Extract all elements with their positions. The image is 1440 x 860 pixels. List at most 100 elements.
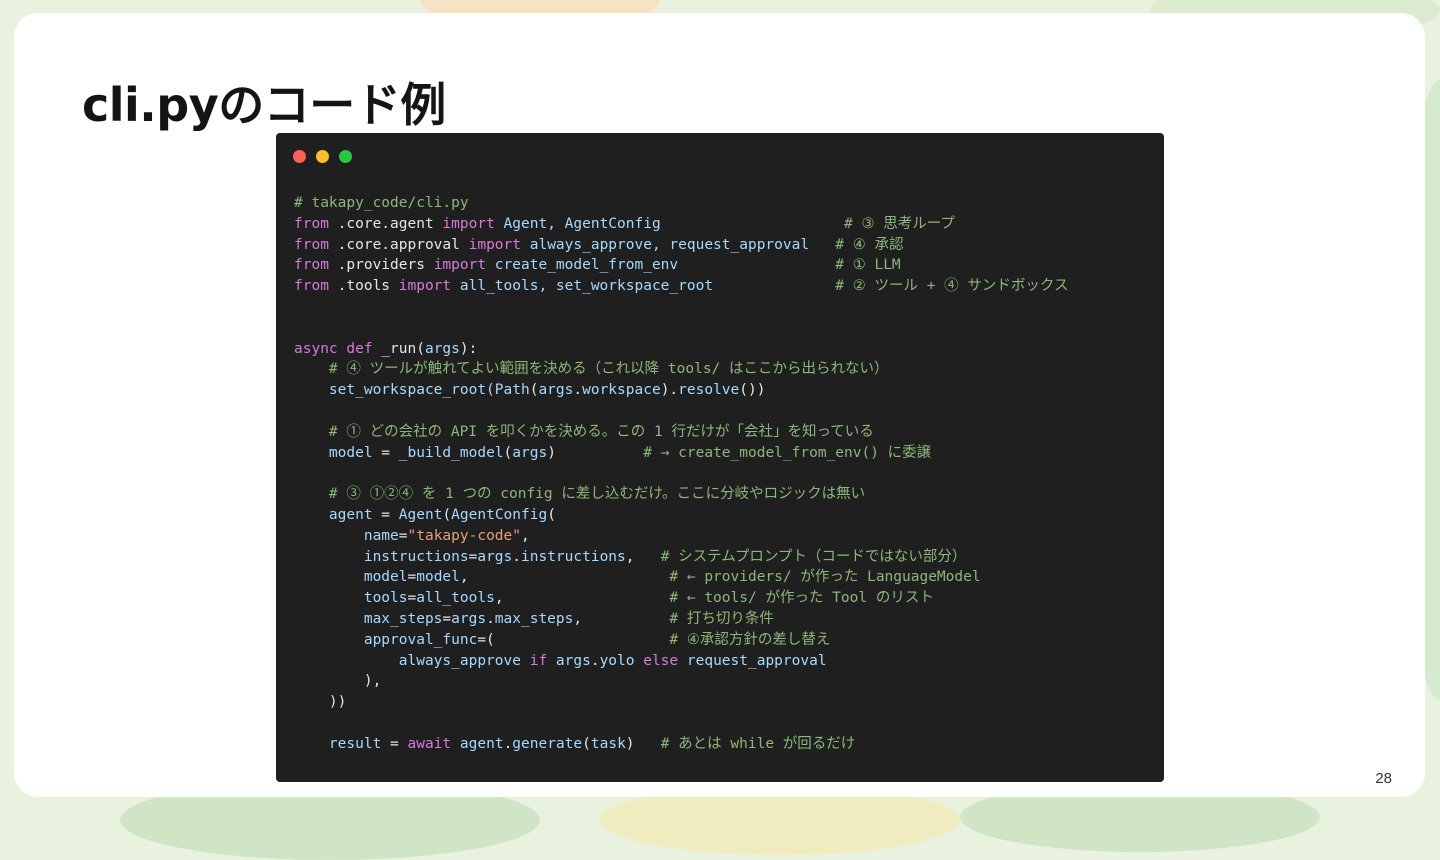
code-line: # takapy_code/cli.py <box>294 193 1068 214</box>
code-text: .providers <box>328 257 434 274</box>
maximize-window-dot-icon <box>339 150 352 163</box>
code-identifier: max_steps <box>494 610 574 627</box>
code-text: = <box>372 444 399 461</box>
code-text: ), <box>294 673 382 690</box>
code-identifier: tools <box>294 590 408 607</box>
code-keyword: import <box>468 236 521 253</box>
code-identifier: args <box>451 610 487 627</box>
code-identifier: model <box>294 444 373 461</box>
close-window-dot-icon <box>293 150 306 163</box>
code-line: # ① どの会社の API を叩くかを決める。この 1 行だけが「会社」を知って… <box>294 422 1068 443</box>
code-comment: # あとは while が回るだけ <box>634 735 856 752</box>
code-keyword: else <box>634 652 687 669</box>
code-text: ()) <box>739 382 766 399</box>
code-text: , <box>521 527 530 544</box>
code-keyword: async def <box>294 340 373 357</box>
slide-title: cli.pyのコード例 <box>82 78 446 132</box>
code-text: . <box>486 610 495 627</box>
code-text: . <box>503 735 513 752</box>
code-text: , <box>459 569 469 586</box>
code-comment: # ④ ツールが触れてよい範囲を決める（これ以降 tools/ はここから出られ… <box>294 361 889 378</box>
code-keyword: import <box>398 278 452 295</box>
code-identifier: model <box>294 569 408 586</box>
code-identifier: always_approve, request_approval <box>521 236 810 253</box>
code-identifier: task <box>590 735 626 752</box>
code-comment: # ← providers/ が作った LanguageModel <box>468 569 981 586</box>
code-line: ), <box>294 671 1068 692</box>
code-identifier: args <box>538 382 574 399</box>
code-text: .tools <box>328 278 399 295</box>
code-text: ) <box>625 735 635 752</box>
code-line: from .core.agent import Agent, AgentConf… <box>294 214 1068 235</box>
code-line: name="takapy-code", <box>294 526 1068 547</box>
code-text: , <box>573 610 583 627</box>
code-comment: # ① どの会社の API を叩くかを決める。この 1 行だけが「会社」を知って… <box>294 423 874 440</box>
code-text: ). <box>660 382 679 399</box>
code-line: # ④ ツールが触れてよい範囲を決める（これ以降 tools/ はここから出られ… <box>294 359 1068 380</box>
code-text: = <box>372 506 399 523</box>
code-comment: # takapy_code/cli.py <box>294 195 469 211</box>
code-comment: # ④承認方針の差し替え <box>494 631 831 648</box>
code-comment: # システムプロンプト（コードではない部分） <box>634 548 967 565</box>
code-line: # ③ ①②④ を 1 つの config に差し込むだけ。ここに分岐やロジック… <box>294 484 1068 505</box>
code-identifier: instructions <box>521 548 626 565</box>
code-keyword: await <box>407 735 452 752</box>
code-text: ): <box>459 340 478 357</box>
code-comment: # ③ 思考ループ <box>660 215 955 232</box>
code-comment: # 打ち切り条件 <box>582 610 774 627</box>
code-identifier: args <box>424 340 460 357</box>
code-identifier: name <box>294 527 399 544</box>
code-line: from .tools import all_tools, set_worksp… <box>294 276 1068 297</box>
code-identifier: set_workspace_root( <box>294 382 495 399</box>
code-keyword: from <box>294 278 329 295</box>
code-line: async def _run(args): <box>294 339 1068 360</box>
code-identifier: agent <box>451 735 504 752</box>
code-text: = <box>407 590 417 607</box>
code-identifier: result <box>294 735 382 752</box>
code-line: always_approve if args.yolo else request… <box>294 651 1068 672</box>
code-line: approval_func=( # ④承認方針の差し替え <box>294 630 1068 651</box>
code-identifier: args <box>555 652 591 669</box>
code-identifier: _build_model <box>398 444 504 461</box>
code-text: )) <box>294 694 347 711</box>
code-identifier: Agent, AgentConfig <box>494 215 661 232</box>
code-text: , <box>625 548 635 565</box>
code-line: model=model, # ← providers/ が作った Languag… <box>294 567 1068 588</box>
code-comment: # ② ツール + ④ サンドボックス <box>713 278 1069 295</box>
code-string: "takapy-code" <box>407 527 522 544</box>
code-identifier: resolve <box>678 382 740 399</box>
code-line: tools=all_tools, # ← tools/ が作った Tool のリ… <box>294 588 1068 609</box>
code-keyword: import <box>442 215 495 232</box>
code-identifier: generate <box>512 735 583 752</box>
code-text: .core.approval <box>328 236 469 253</box>
code-identifier: agent <box>294 506 373 523</box>
code-identifier: AgentConfig <box>451 506 548 523</box>
code-text: = <box>381 735 408 752</box>
code-text: = <box>398 527 408 544</box>
code-text: ) <box>547 444 556 461</box>
code-identifier: create_model_from_env <box>486 257 679 274</box>
code-identifier: max_steps <box>294 610 443 627</box>
code-line: agent = Agent(AgentConfig( <box>294 505 1068 526</box>
code-comment: # → create_model_from_env() に委譲 <box>555 444 932 461</box>
window-controls <box>293 150 352 163</box>
code-keyword: if <box>520 652 556 669</box>
code-text: = <box>407 569 417 586</box>
code-identifier: yolo <box>599 652 635 669</box>
code-identifier: instructions <box>294 548 469 565</box>
code-text: _run( <box>372 340 425 357</box>
code-identifier: args <box>477 548 513 565</box>
code-comment: # ① LLM <box>678 257 901 274</box>
code-text: . <box>590 652 600 669</box>
code-line: set_workspace_root(Path(args.workspace).… <box>294 380 1068 401</box>
code-identifier: Agent <box>398 506 443 523</box>
code-window: # takapy_code/cli.pyfrom .core.agent imp… <box>276 133 1164 782</box>
code-identifier: args <box>512 444 548 461</box>
minimize-window-dot-icon <box>316 150 329 163</box>
code-text: ( <box>547 506 556 523</box>
code-identifier: workspace <box>582 382 661 399</box>
code-keyword: from <box>294 257 329 274</box>
